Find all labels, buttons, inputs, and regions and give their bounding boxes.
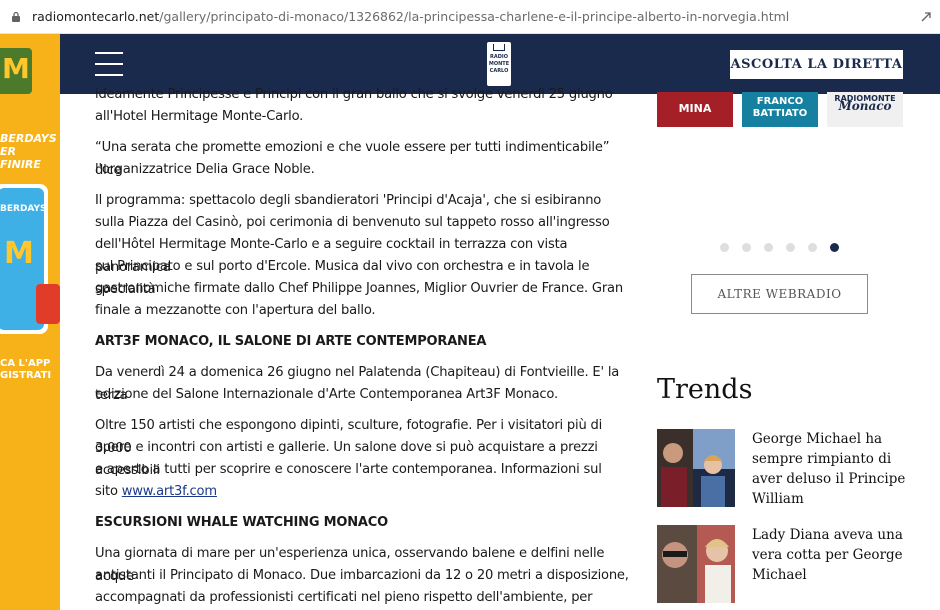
carousel-dot[interactable] [742,243,751,252]
mcdonalds-ad-banner[interactable]: M BERDAYS ER FINIRE BERDAYS M CA L'APP G… [0,34,60,610]
carousel-dot[interactable] [786,243,795,252]
article-line: all'Hotel Hermitage Monte-Carlo. [95,109,304,124]
article-line: antistanti il Principato di Monaco. Due … [95,568,629,583]
carousel-dots [720,243,839,252]
mcdonalds-logo: M [0,48,32,94]
carousel-dot-active[interactable] [830,243,839,252]
carousel-dot[interactable] [720,243,729,252]
trend-thumbnail[interactable] [657,429,735,507]
browser-address-bar[interactable]: radiomontecarlo.net/gallery/principato-d… [0,0,940,34]
radio-monte-carlo-logo[interactable]: RADIO MONTE CARLO [487,42,511,86]
trend-item[interactable]: George Michael ha sempre rimpianto di av… [657,429,927,509]
ad-phone-text: BERDAYS [0,204,44,214]
trend-thumbnail[interactable] [657,525,735,603]
lock-icon [12,11,20,22]
article-line-text: sito [95,484,122,499]
ad-headline: BERDAYS ER FINIRE [0,132,57,171]
section-heading: ESCURSIONI WHALE WATCHING MONACO [95,515,388,530]
url-path: /gallery/principato-di-monaco/1326862/la… [159,9,790,24]
article-line: sito www.art3f.com [95,481,630,504]
crown-icon [493,44,505,51]
carousel-dot[interactable] [764,243,773,252]
article-line: edizione del Salone Internazionale d'Art… [95,387,558,402]
ad-cta-text: CA L'APP GISTRATI [0,358,52,381]
article-line: sulla Piazza del Casinò, poi cerimonia d… [95,215,610,230]
webradio-tile-monaco[interactable]: RADIOMONTE Monaco [827,92,903,127]
carousel-dot[interactable] [808,243,817,252]
webradio-tile-battiato[interactable]: FRANCO BATTIATO [742,92,818,127]
article-line: gastronomiche firmate dallo Chef Philipp… [95,281,623,296]
tile-label: Monaco [838,99,892,113]
ad-fries-image [36,284,60,324]
trend-headline[interactable]: Lady Diana aveva una vera cotta per Geor… [752,525,912,585]
article-line: l'organizzatrice Delia Grace Noble. [95,162,315,177]
open-in-new-icon[interactable] [920,11,932,23]
listen-live-button[interactable]: ASCOLTA LA DIRETTA [730,50,903,79]
url-text[interactable]: radiomontecarlo.net/gallery/principato-d… [32,9,789,24]
trend-headline[interactable]: George Michael ha sempre rimpianto di av… [752,429,912,509]
trends-heading: Trends [657,374,753,405]
ad-phone-logo: M [4,236,34,271]
webradio-tile-mina[interactable]: MINA [657,92,733,127]
art3f-link[interactable]: www.art3f.com [122,484,217,499]
more-webradio-button[interactable]: ALTRE WEBRADIO [691,274,868,314]
logo-line: RADIO [490,54,508,60]
menu-icon[interactable] [95,52,123,76]
section-heading: ART3F MONACO, IL SALONE DI ARTE CONTEMPO… [95,334,487,349]
url-domain: radiomontecarlo.net [32,9,160,24]
article-line: accompagnati da professionisti certifica… [95,590,593,605]
logo-line: CARLO [489,68,509,74]
article-line: Il programma: spettacolo degli sbandiera… [95,193,602,208]
article-line: finale a mezzanotte con l'apertura del b… [95,303,376,318]
article-line: e aperto a tutti per scoprire e conoscer… [95,462,602,477]
logo-line: MONTE [488,61,510,67]
article-line: ideamente Principesse e Principi con il … [95,87,613,102]
trend-item[interactable]: Lady Diana aveva una vera cotta per Geor… [657,525,927,605]
